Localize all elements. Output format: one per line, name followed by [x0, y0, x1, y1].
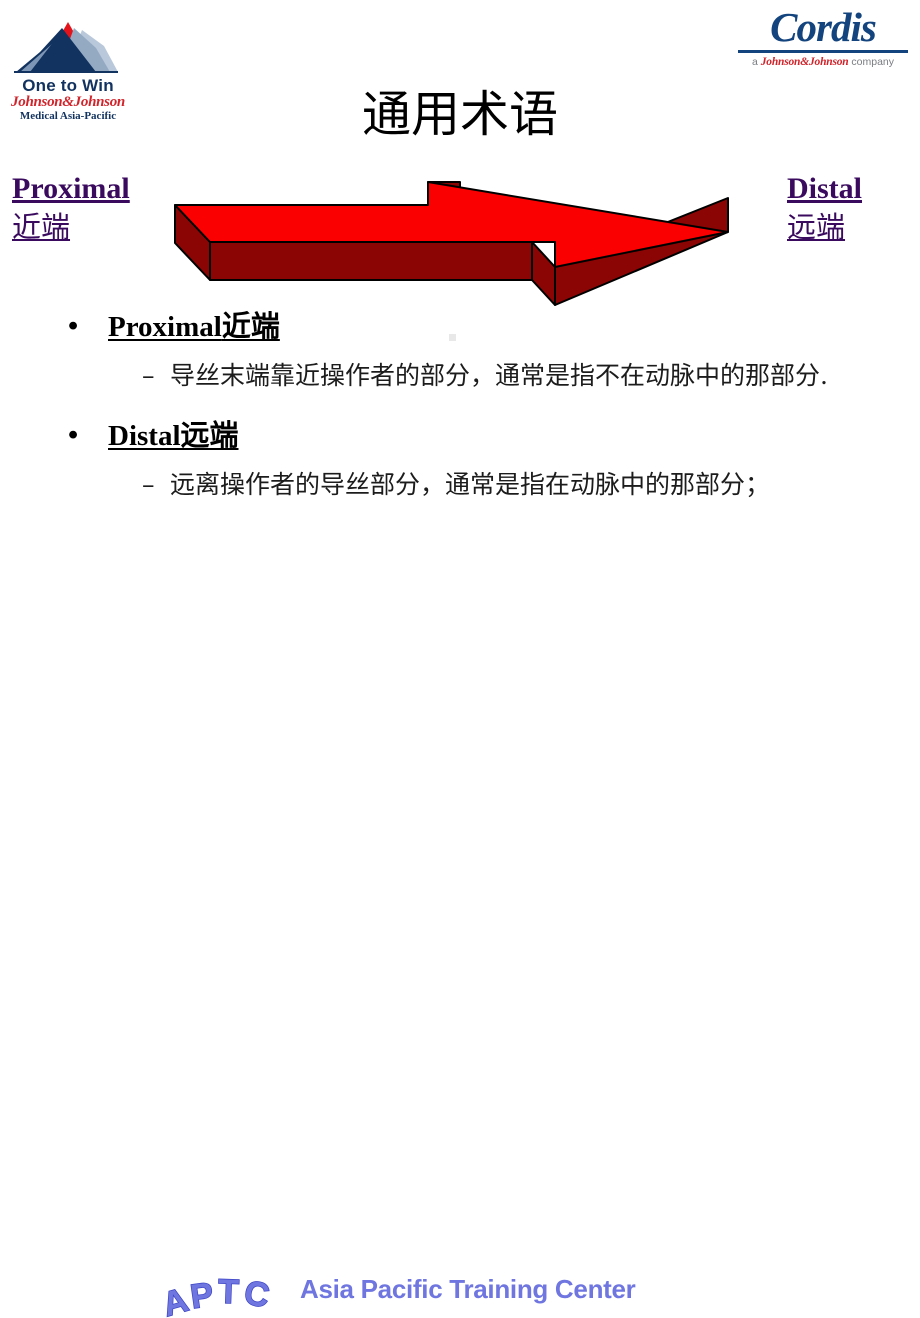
bullet-block-proximal: • Proximal近端 – 导丝末端靠近操作者的部分，通常是指不在动脉中的那部…	[60, 306, 880, 393]
bullet-heading-proximal: • Proximal近端	[60, 306, 880, 347]
diagram-label-proximal-cn: 近端	[12, 210, 71, 244]
arrow-bottom-side-face	[209, 241, 533, 281]
bullet-heading-proximal-cn: 近端	[221, 309, 280, 343]
cordis-tagline-suffix: company	[848, 56, 895, 68]
svg-text:C: C	[241, 1273, 272, 1315]
bullet-dot-icon: •	[68, 310, 79, 342]
mountain-peak-icon	[14, 22, 118, 73]
bullet-heading-distal-en: Distal	[108, 420, 181, 452]
arrow-notch-side-face	[531, 241, 556, 306]
cordis-logo: Cordis a Johnson&Johnson company	[734, 6, 912, 68]
diagram-label-distal: Distal 远端	[787, 172, 862, 244]
svg-text:P: P	[188, 1275, 216, 1316]
diagram-label-proximal-en: Proximal	[12, 172, 130, 205]
bullet-detail-proximal-text: 导丝末端靠近操作者的部分，通常是指不在动脉中的那部分.	[170, 361, 828, 390]
bullet-detail-distal-text: 远离操作者的导丝部分，通常是指在动脉中的那部分；	[170, 470, 771, 499]
bullet-detail-proximal: – 导丝末端靠近操作者的部分，通常是指不在动脉中的那部分.	[60, 359, 880, 393]
diagram-label-proximal: Proximal 近端	[12, 172, 130, 244]
bullet-detail-distal: – 远离操作者的导丝部分，通常是指在动脉中的那部分；	[60, 468, 880, 502]
cordis-underline-rule	[738, 50, 908, 53]
cordis-tagline-prefix: a	[751, 56, 761, 68]
bullet-heading-distal: • Distal远端	[60, 415, 880, 456]
diagram-label-distal-en: Distal	[787, 172, 862, 205]
gray-square-artifact	[449, 334, 456, 341]
aptc-logo-icon: A P T C	[160, 1272, 273, 1318]
aptc-label: Asia Pacific Training Center	[300, 1274, 636, 1304]
bullet-dot-icon: •	[68, 419, 79, 451]
right-arrow-icon	[174, 181, 729, 306]
bullet-heading-distal-cn: 远端	[180, 418, 239, 452]
cordis-wordmark: Cordis	[770, 4, 877, 50]
cordis-tagline-brand: Johnson&Johnson	[760, 56, 849, 68]
cordis-tagline: a Johnson&Johnson company	[734, 56, 912, 68]
sub-bullet-dash-icon: –	[142, 470, 155, 499]
sub-bullet-dash-icon: –	[142, 361, 155, 390]
bullet-block-distal: • Distal远端 – 远离操作者的导丝部分，通常是指在动脉中的那部分；	[60, 415, 880, 502]
page-title: 通用术语	[361, 86, 558, 143]
bullet-heading-proximal-en: Proximal	[108, 311, 222, 343]
slide-body: • Proximal近端 – 导丝末端靠近操作者的部分，通常是指不在动脉中的那部…	[60, 306, 880, 502]
slide-footer: A P T C Asia Pacific Training Center	[0, 630, 920, 1318]
svg-text:A: A	[160, 1281, 192, 1318]
diagram-label-distal-cn: 远端	[787, 210, 846, 244]
svg-text:T: T	[217, 1273, 239, 1312]
